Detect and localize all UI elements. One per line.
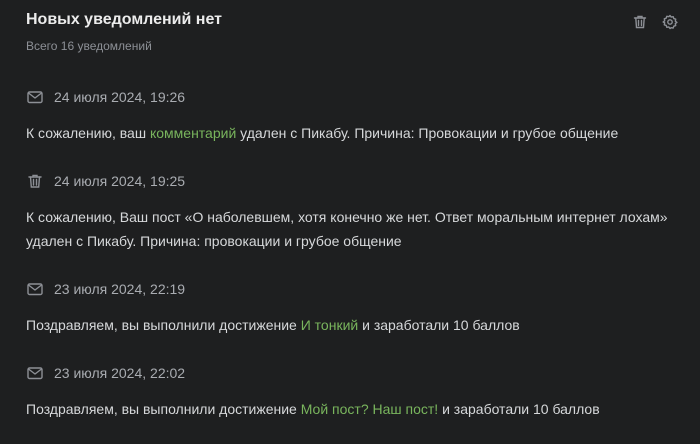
notifications-count: Всего 16 уведомлений — [26, 39, 152, 53]
achievement-link[interactable]: Мой пост? Наш пост! — [301, 401, 438, 417]
text-line: удален с Пикабу. Причина: провокации и г… — [26, 233, 402, 249]
text-segment: удален с Пикабу. Причина: Провокации и г… — [236, 125, 619, 141]
mail-icon — [26, 364, 44, 382]
notification-text: К сожалению, Ваш пост «О наболевшем, хот… — [26, 205, 680, 253]
text-segment: Поздравляем, вы выполнили достижение — [26, 317, 301, 333]
achievement-link[interactable]: И тонкий — [301, 317, 359, 333]
notification-item: 24 июля 2024, 19:26 К сожалению, ваш ком… — [26, 88, 680, 145]
header-actions — [630, 12, 680, 32]
comment-link[interactable]: комментарий — [150, 125, 236, 141]
notification-text: К сожалению, ваш комментарий удален с Пи… — [26, 121, 680, 145]
notification-date: 24 июля 2024, 19:26 — [54, 89, 186, 105]
text-segment: и заработали 10 баллов — [358, 317, 520, 333]
notifications-panel: Новых уведомлений нет Всего 16 уведомлен… — [0, 0, 700, 444]
notification-date: 23 июля 2024, 22:19 — [54, 281, 186, 297]
notification-item: 23 июля 2024, 22:02 Поздравляем, вы выпо… — [26, 364, 680, 421]
text-line: К сожалению, Ваш пост «О наболевшем, хот… — [26, 209, 668, 225]
notification-text: Поздравляем, вы выполнили достижение Мой… — [26, 397, 680, 421]
text-segment: К сожалению, ваш — [26, 125, 150, 141]
mail-icon — [26, 88, 44, 106]
text-segment: Поздравляем, вы выполнили достижение — [26, 401, 301, 417]
notification-item: 24 июля 2024, 19:25 К сожалению, Ваш пос… — [26, 172, 680, 253]
page-title: Новых уведомлений нет — [26, 11, 222, 28]
gear-icon[interactable] — [660, 12, 680, 32]
mail-icon — [26, 280, 44, 298]
trash-icon[interactable] — [630, 12, 650, 32]
notification-date: 23 июля 2024, 22:02 — [54, 365, 186, 381]
text-segment: и заработали 10 баллов — [438, 401, 600, 417]
trash-icon — [26, 172, 44, 190]
notification-date: 24 июля 2024, 19:25 — [54, 173, 186, 189]
notification-item: 23 июля 2024, 22:19 Поздравляем, вы выпо… — [26, 280, 680, 337]
notifications-header: Новых уведомлений нет Всего 16 уведомлен… — [26, 10, 680, 60]
notification-text: Поздравляем, вы выполнили достижение И т… — [26, 313, 680, 337]
